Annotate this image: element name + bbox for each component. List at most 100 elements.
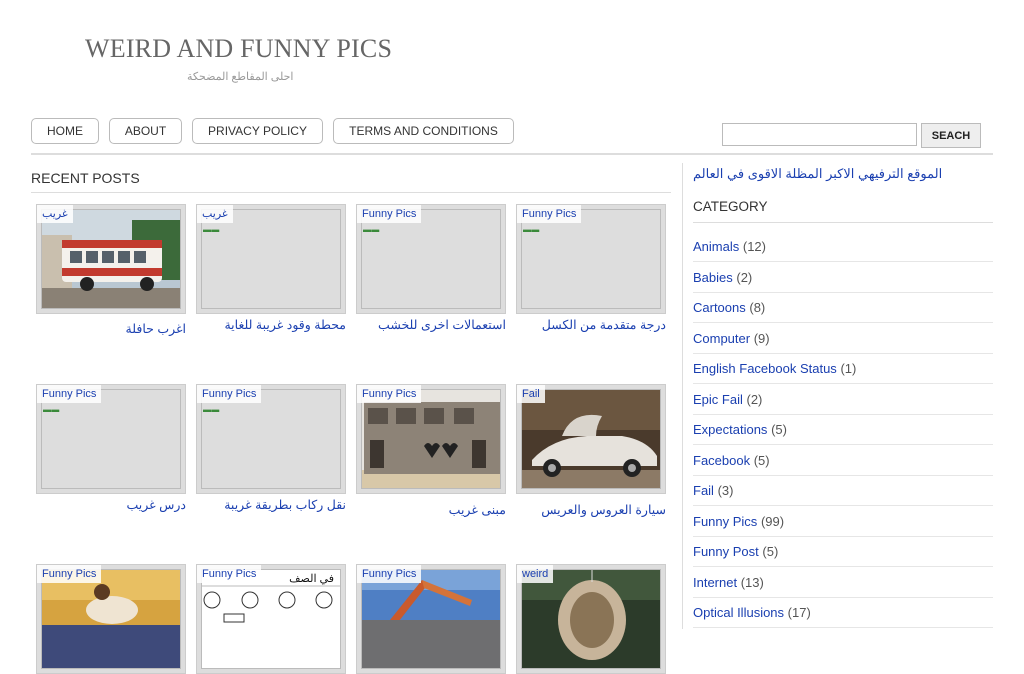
nav-about[interactable]: ABOUT — [109, 118, 182, 144]
category-link[interactable]: English Facebook Status — [693, 361, 837, 376]
sidebar-tagline-link[interactable]: الموقع الترفيهي الاكبر المظلة الاقوى في … — [693, 166, 942, 182]
category-item: Facebook (5) — [693, 446, 993, 476]
loading-dashes: ▬ ▬ — [203, 225, 219, 234]
post-label[interactable]: Funny Pics — [357, 565, 422, 583]
category-link[interactable]: Cartoons — [693, 300, 746, 315]
post-thumbnail[interactable]: Funny Pics ▬ ▬ — [516, 204, 666, 314]
search-input[interactable] — [722, 123, 917, 146]
post-label[interactable]: Funny Pics — [37, 565, 102, 583]
category-count: (13) — [740, 574, 764, 590]
post-label[interactable]: Funny Pics — [357, 385, 422, 403]
category-count: (5) — [771, 422, 787, 437]
car-image[interactable] — [521, 389, 661, 489]
category-item: Epic Fail (2) — [693, 385, 993, 415]
post-label[interactable]: Funny Pics — [517, 205, 582, 223]
post-title[interactable]: مبنى غريب — [356, 502, 506, 517]
nav-terms-and-conditions[interactable]: TERMS AND CONDITIONS — [333, 118, 514, 144]
category-item: Funny Pics (99) — [693, 507, 993, 537]
image-placeholder[interactable] — [361, 209, 501, 309]
category-link[interactable]: Expectations — [693, 422, 767, 437]
category-link[interactable]: Babies — [693, 270, 733, 285]
site-title[interactable]: WEIRD AND FUNNY PICS — [85, 34, 392, 64]
category-item: Funny Post (5) — [693, 537, 993, 567]
post-label[interactable]: Funny Pics — [197, 565, 262, 583]
category-count: (99) — [760, 513, 785, 529]
post-thumbnail[interactable]: Fail — [516, 384, 666, 494]
post-label[interactable]: Funny Pics — [37, 385, 102, 403]
post-thumbnail[interactable]: Funny Pics — [356, 564, 506, 674]
category-item: Babies (2) — [693, 263, 993, 293]
post-title[interactable]: درجة متقدمة من الكسل — [516, 317, 666, 332]
loading-dashes: ▬ ▬ — [43, 405, 59, 414]
category-link[interactable]: Internet — [693, 575, 737, 590]
category-link[interactable]: Animals — [693, 239, 739, 254]
category-link[interactable]: Computer — [693, 331, 750, 346]
post-thumbnail[interactable]: غريب ▬ ▬ — [196, 204, 346, 314]
post-thumbnail[interactable]: Funny Pics ▬ ▬ — [196, 384, 346, 494]
category-count: (17) — [787, 605, 811, 620]
comic-title: في الصف — [289, 573, 334, 585]
header-divider — [31, 153, 993, 155]
category-count: (8) — [749, 300, 766, 315]
category-count: (9) — [753, 330, 770, 346]
comic-image[interactable]: في الصف — [201, 569, 341, 669]
search-button[interactable]: SEACH — [921, 123, 981, 148]
category-item: Fail (3) — [693, 476, 993, 506]
post-label[interactable]: غريب — [197, 205, 233, 223]
post-thumbnail[interactable]: غريب — [36, 204, 186, 314]
nav-home[interactable]: HOME — [31, 118, 99, 144]
post-label[interactable]: غريب — [37, 205, 73, 223]
recent-posts-heading: RECENT POSTS — [31, 170, 140, 186]
post-title[interactable]: درس غريب — [36, 497, 186, 512]
image-placeholder[interactable] — [41, 389, 181, 489]
post-thumbnail[interactable]: في الصف Funny Pics — [196, 564, 346, 674]
post-label[interactable]: Funny Pics — [357, 205, 422, 223]
post-label[interactable]: Funny Pics — [197, 385, 262, 403]
post-title[interactable]: اغرب حافلة — [36, 321, 187, 336]
site-description: احلى المقاطع المضحكة — [187, 71, 294, 83]
category-count: (3) — [717, 483, 734, 498]
category-link[interactable]: Fail — [693, 483, 714, 498]
post-thumbnail[interactable]: Funny Pics — [36, 564, 186, 674]
image-placeholder[interactable] — [521, 209, 661, 309]
category-link[interactable]: Funny Post — [693, 544, 759, 559]
crane-image[interactable] — [361, 569, 501, 669]
loading-dashes: ▬ ▬ — [203, 405, 219, 414]
post-label[interactable]: weird — [517, 565, 554, 583]
category-count: (2) — [736, 269, 753, 285]
loading-dashes: ▬ ▬ — [523, 225, 539, 234]
category-link[interactable]: Funny Pics — [693, 514, 757, 529]
post-thumbnail[interactable]: Funny Pics ▬ ▬ — [36, 384, 186, 494]
category-link[interactable]: Optical Illusions — [693, 605, 784, 620]
category-item: Optical Illusions (17) — [693, 598, 993, 628]
post-thumbnail[interactable]: weird — [516, 564, 666, 674]
post-title[interactable]: نقل ركاب بطريقة غريبة — [196, 497, 346, 512]
post-label[interactable]: Fail — [517, 385, 545, 403]
image-placeholder[interactable] — [201, 389, 341, 489]
category-divider — [693, 222, 993, 223]
loading-dashes: ▬ ▬ — [363, 225, 379, 234]
recent-posts-divider — [31, 192, 671, 193]
category-count: (2) — [746, 391, 763, 407]
post-title[interactable]: استعمالات اخرى للخشب — [356, 317, 506, 332]
post-title[interactable]: سيارة العروس والعريس — [516, 502, 666, 517]
post-title[interactable]: محطة وقود غريبة للغاية — [196, 317, 346, 332]
bus-image[interactable] — [41, 209, 181, 309]
category-item: Animals (12) — [693, 232, 993, 262]
category-item: Computer (9) — [693, 324, 993, 354]
post-thumbnail[interactable]: Funny Pics — [356, 384, 506, 494]
category-item: Expectations (5) — [693, 415, 993, 445]
category-link[interactable]: Facebook — [693, 453, 750, 468]
kids-image[interactable] — [41, 569, 181, 669]
post-thumbnail[interactable]: Funny Pics ▬ ▬ — [356, 204, 506, 314]
category-heading: CATEGORY — [693, 199, 768, 214]
category-count: (1) — [840, 361, 857, 376]
image-placeholder[interactable] — [201, 209, 341, 309]
building-image[interactable] — [361, 389, 501, 489]
category-link[interactable]: Epic Fail — [693, 392, 743, 407]
basket-image[interactable] — [521, 569, 661, 669]
category-item: Cartoons (8) — [693, 293, 993, 323]
category-count: (12) — [742, 239, 766, 254]
nav-privacy-policy[interactable]: PRIVACY POLICY — [192, 118, 323, 144]
category-count: (5) — [762, 544, 779, 559]
